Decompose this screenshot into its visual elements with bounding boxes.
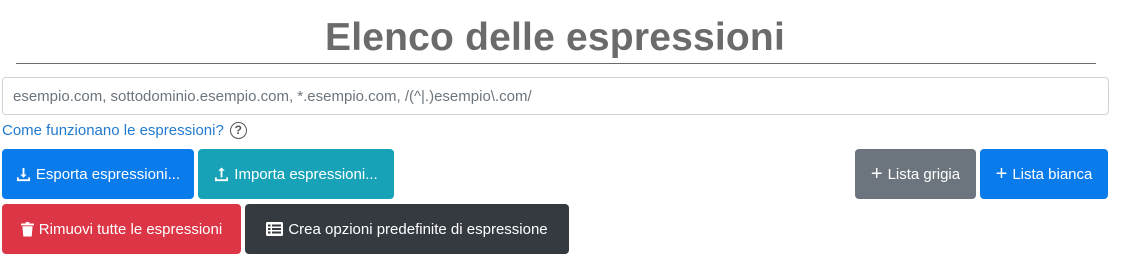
title-divider [16, 63, 1096, 64]
import-expressions-label: Importa espressioni... [234, 165, 378, 183]
import-expressions-button[interactable]: Importa espressioni... [198, 149, 394, 199]
greylist-label: Lista grigia [887, 165, 961, 183]
whitelist-label: Lista bianca [1012, 165, 1093, 183]
export-expressions-label: Esporta espressioni... [35, 165, 181, 183]
greylist-button[interactable]: + Lista grigia [855, 149, 976, 199]
plus-icon: + [995, 163, 1008, 185]
create-default-expressions-button[interactable]: Crea opzioni predefinite di espressione [245, 204, 569, 254]
remove-all-expressions-button[interactable]: Rimuovi tutte le espressioni [2, 204, 241, 254]
help-row: Come funzionano le espressioni? ? [2, 119, 247, 141]
plus-icon: + [870, 163, 883, 185]
page-title: Elenco delle espressioni [325, 16, 785, 59]
whitelist-button[interactable]: + Lista bianca [980, 149, 1108, 199]
expressions-page: Elenco delle espressioni Come funzionano… [0, 0, 1135, 262]
expression-input[interactable] [2, 77, 1109, 115]
help-link[interactable]: Come funzionano le espressioni? [2, 122, 224, 139]
remove-all-expressions-label: Rimuovi tutte le espressioni [38, 220, 223, 238]
trash-icon [20, 221, 34, 237]
upload-icon [214, 166, 229, 182]
export-expressions-button[interactable]: Esporta espressioni... [2, 149, 194, 199]
list-icon [266, 222, 284, 236]
download-icon [16, 167, 31, 182]
create-default-expressions-label: Crea opzioni predefinite di espressione [288, 220, 548, 238]
question-circle-icon[interactable]: ? [229, 121, 247, 139]
